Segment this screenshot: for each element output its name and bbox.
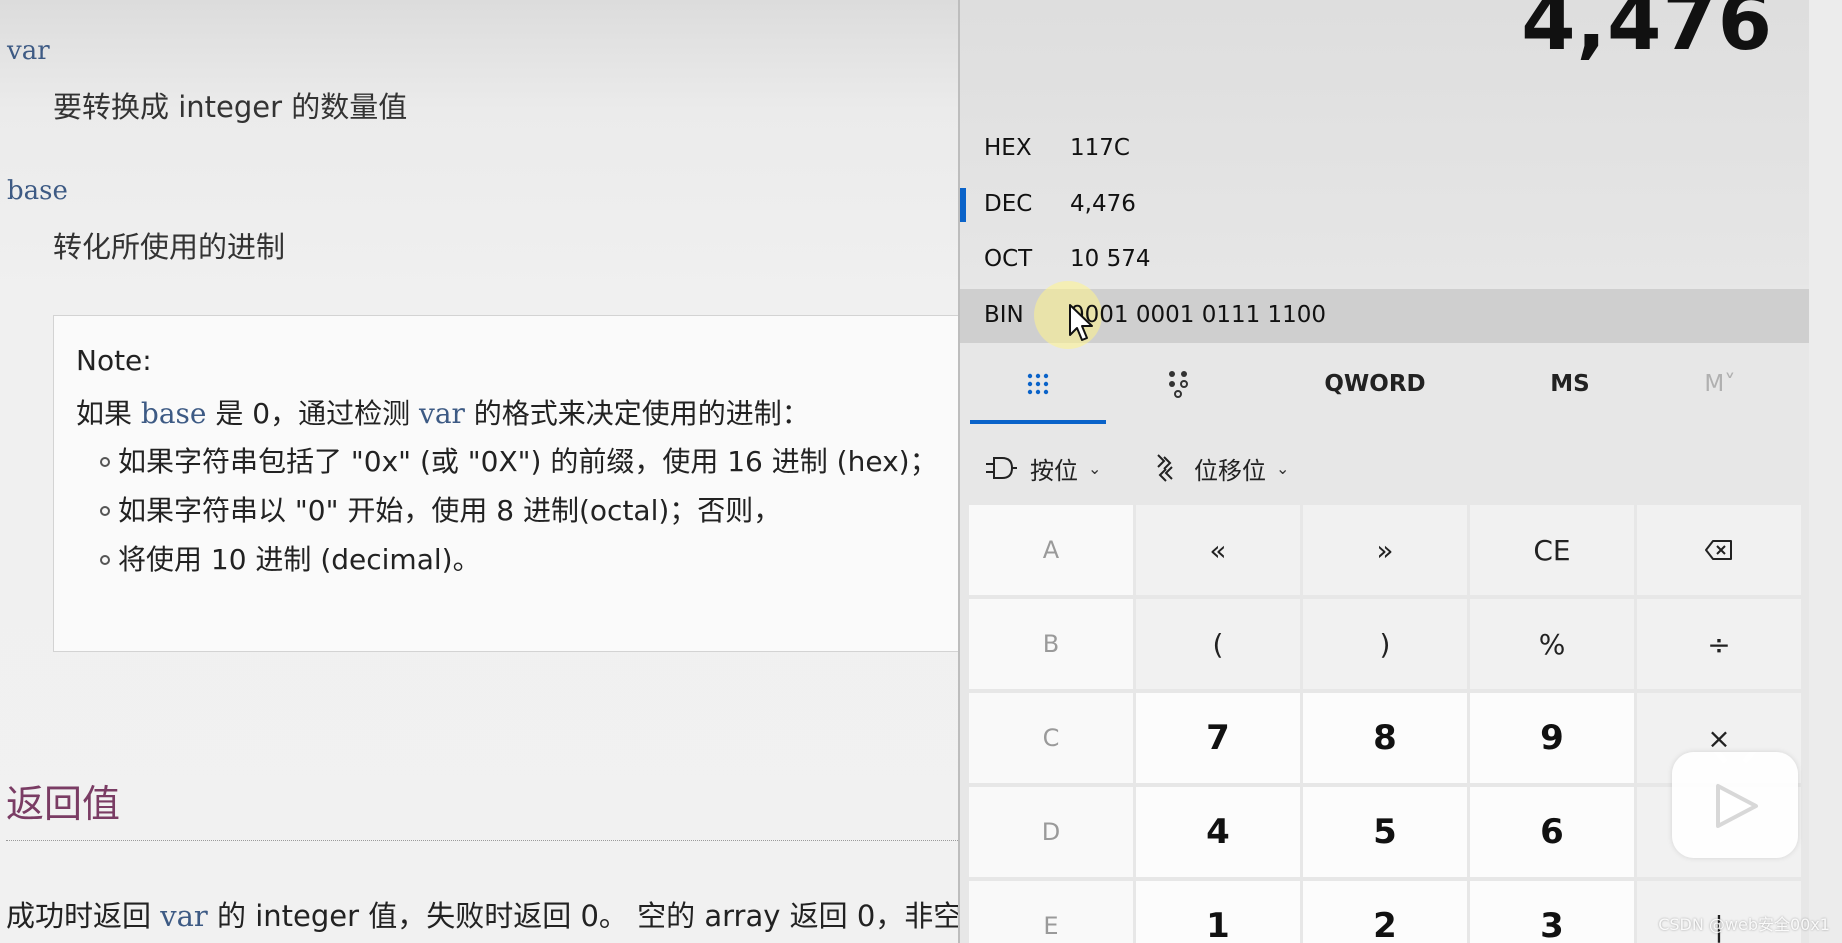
radix-value: 0001 0001 0111 1100: [1070, 302, 1327, 328]
key-right-shift[interactable]: »: [1303, 505, 1467, 595]
play-icon: [1709, 743, 1761, 828]
key-9[interactable]: 9: [1470, 693, 1634, 783]
key-close-paren[interactable]: ): [1303, 599, 1467, 689]
key-open-paren[interactable]: (: [1136, 599, 1300, 689]
note-bullet-decimal: 将使用 10 进制 (decimal)。: [100, 538, 481, 578]
key-1[interactable]: 1: [1136, 881, 1300, 943]
mouse-pointer-icon: [1069, 304, 1093, 341]
key-hex-a[interactable]: A: [969, 505, 1133, 595]
bullet-text: 如果字符串包括了 "0x" (或 "0X") 的前缀，使用 16 进制 (hex…: [118, 445, 938, 478]
note-code-base: base: [140, 397, 207, 430]
key-8[interactable]: 8: [1303, 693, 1467, 783]
chevron-down-icon: ⌄: [1276, 458, 1290, 478]
key-5[interactable]: 5: [1303, 787, 1467, 877]
bitshift-dropdown[interactable]: 位移位 ⌄: [1152, 440, 1289, 496]
chevron-down-icon: ⌄: [1088, 458, 1102, 478]
radix-label: OCT: [984, 246, 1033, 272]
bitwise-gate-icon: [986, 457, 1017, 479]
radix-row-oct[interactable]: OCT 10 574: [960, 233, 1809, 285]
note-code-var: var: [419, 397, 465, 430]
key-hex-d[interactable]: D: [969, 787, 1133, 877]
note-text: 是 0，通过检测: [206, 397, 419, 430]
memory-store-button[interactable]: MS: [1500, 344, 1640, 424]
selection-indicator: [960, 188, 966, 222]
bullet-icon: [100, 506, 110, 516]
radix-row-dec[interactable]: DEC 4,476: [960, 178, 1809, 230]
key-divide[interactable]: ÷: [1637, 599, 1801, 689]
return-code-var: var: [160, 899, 208, 933]
bullet-icon: [100, 457, 110, 467]
radix-row-bin[interactable]: BIN 0001 0001 0111 1100: [960, 281, 1809, 349]
backspace-icon: [1705, 540, 1732, 560]
bullet-text: 如果字符串以 "0" 开始，使用 8 进制(octal)；否则，: [118, 494, 782, 527]
note-text: 的格式来决定使用的进制：: [464, 397, 810, 430]
key-4[interactable]: 4: [1136, 787, 1300, 877]
param-base-desc: 转化所使用的进制: [53, 230, 286, 264]
note-box: Note: 如果 base 是 0，通过检测 var 的格式来决定使用的进制： …: [53, 315, 993, 652]
heading-divider: [6, 840, 960, 841]
key-left-shift[interactable]: «: [1136, 505, 1300, 595]
operator-bar: 按位 ⌄ 位移位 ⌄: [960, 440, 1809, 496]
return-text-part: 的 integer 值，失败时返回 0。 空的 array 返回 0，非空: [207, 899, 963, 933]
mode-bar: QWORD MS M˅: [960, 344, 1809, 424]
active-tab-underline: [970, 420, 1106, 424]
main-display-value: 4,476: [1521, 0, 1773, 68]
note-bullet-octal: 如果字符串以 "0" 开始，使用 8 进制(octal)；否则，: [100, 489, 781, 529]
bit-toggle-icon: [1169, 371, 1188, 398]
radix-label: BIN: [984, 302, 1024, 328]
tab-bit-toggling-keypad[interactable]: [1110, 344, 1246, 424]
tab-full-keypad[interactable]: [970, 344, 1106, 424]
param-var-desc: 要转换成 integer 的数量值: [53, 90, 408, 124]
key-clear-entry[interactable]: CE: [1470, 505, 1634, 595]
note-text: 如果: [76, 397, 141, 430]
note-title: Note:: [76, 344, 152, 377]
radix-row-hex[interactable]: HEX 117C: [960, 122, 1809, 174]
return-text-part: 成功时返回: [6, 899, 161, 933]
bitshift-icon: [1157, 454, 1173, 482]
memory-recall-button[interactable]: M˅: [1650, 344, 1790, 424]
note-line-base-zero: 如果 base 是 0，通过检测 var 的格式来决定使用的进制：: [76, 392, 810, 432]
key-3[interactable]: 3: [1470, 881, 1634, 943]
return-values-text: 成功时返回 var 的 integer 值，失败时返回 0。 空的 array …: [6, 893, 962, 935]
radix-label: DEC: [984, 191, 1033, 217]
radix-label: HEX: [984, 135, 1032, 161]
key-6[interactable]: 6: [1470, 787, 1634, 877]
bitshift-label: 位移位: [1194, 456, 1266, 485]
bullet-icon: [100, 555, 110, 565]
radix-value: 4,476: [1070, 191, 1136, 217]
keypad-grid-icon: [1027, 373, 1049, 395]
key-2[interactable]: 2: [1303, 881, 1467, 943]
bitwise-label: 按位: [1030, 456, 1078, 485]
radix-value: 10 574: [1070, 246, 1151, 272]
note-bullet-hex: 如果字符串包括了 "0x" (或 "0X") 的前缀，使用 16 进制 (hex…: [100, 440, 938, 480]
word-size-button[interactable]: QWORD: [1260, 344, 1490, 424]
return-values-heading: 返回值: [6, 782, 121, 826]
php-doc-page: var 要转换成 integer 的数量值 base 转化所使用的进制 Note…: [0, 0, 993, 943]
key-backspace[interactable]: [1637, 505, 1801, 595]
radix-value: 117C: [1070, 135, 1130, 161]
key-hex-e[interactable]: E: [969, 881, 1133, 943]
key-hex-b[interactable]: B: [969, 599, 1133, 689]
video-player-icon[interactable]: [1672, 743, 1798, 858]
key-7[interactable]: 7: [1136, 693, 1300, 783]
param-var-name: var: [7, 36, 50, 66]
bullet-text: 将使用 10 进制 (decimal)。: [118, 543, 481, 576]
key-percent[interactable]: %: [1470, 599, 1634, 689]
param-base-name: base: [7, 176, 68, 206]
watermark: CSDN @web安全00x1: [1658, 915, 1830, 934]
key-hex-c[interactable]: C: [969, 693, 1133, 783]
bitwise-dropdown[interactable]: 按位 ⌄: [984, 440, 1101, 496]
